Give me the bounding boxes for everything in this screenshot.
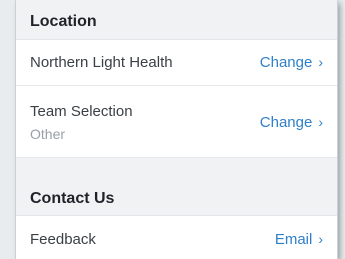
section-header-location: Location [16,0,337,40]
row-label-feedback: Feedback [30,231,96,248]
section-header-contact: Contact Us [16,182,337,216]
email-feedback-button[interactable]: Email › [275,231,323,248]
chevron-right-icon: › [318,114,323,130]
row-label-organization: Northern Light Health [30,54,173,71]
chevron-right-icon: › [318,54,323,70]
change-organization-button[interactable]: Change › [260,54,323,71]
screen-frame: Location Northern Light Health Change › T… [0,0,345,259]
row-organization[interactable]: Northern Light Health Change › [16,40,337,86]
settings-panel: Location Northern Light Health Change › T… [16,0,337,259]
chevron-right-icon: › [318,231,323,247]
email-label: Email [274,231,313,248]
section-spacer [16,158,337,182]
row-label-team-selection: Team Selection [30,103,133,120]
change-label: Change [259,114,313,131]
row-team-selection[interactable]: Team Selection Other Change › [16,86,337,158]
row-feedback[interactable]: Feedback Email › [16,216,337,259]
change-label: Change [259,54,313,71]
row-sublabel-team: Other [30,126,66,142]
change-team-button[interactable]: Change › [260,114,323,131]
